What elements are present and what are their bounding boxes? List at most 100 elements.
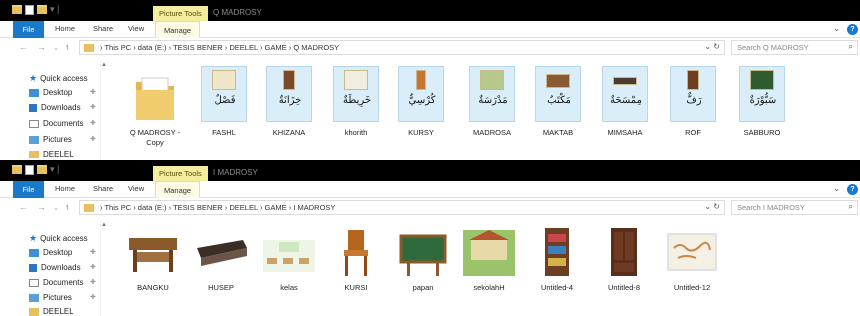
- expand-ribbon-icon[interactable]: ⌄: [833, 24, 840, 33]
- tab-home[interactable]: Home: [55, 184, 75, 193]
- up-icon[interactable]: ↑: [65, 202, 70, 212]
- file-item[interactable]: مَدْرَسَةٌ MADROSA: [459, 58, 525, 158]
- new-folder-icon[interactable]: [37, 5, 47, 14]
- image-thumbnail: [664, 226, 720, 278]
- context-tab-picture-tools[interactable]: Picture Tools: [153, 166, 208, 181]
- pin-icon[interactable]: ✚: [90, 248, 96, 256]
- context-tab-picture-tools[interactable]: Picture Tools: [153, 6, 208, 21]
- pin-icon[interactable]: ✚: [90, 263, 96, 271]
- refresh-icon[interactable]: ⌄ ↻: [704, 202, 720, 211]
- sidebar-item-downloads[interactable]: Downloads: [29, 103, 81, 112]
- tab-file[interactable]: File: [13, 21, 44, 38]
- sidebar-item-downloads[interactable]: Downloads: [29, 263, 81, 272]
- sidebar-label: Pictures: [43, 135, 72, 144]
- sidebar-item-documents[interactable]: Documents: [29, 278, 83, 287]
- crumb[interactable]: Q MADROSY: [293, 43, 339, 52]
- tab-view[interactable]: View: [128, 184, 144, 193]
- path-box[interactable]: › This PC › data (E:) › TESIS BENER › DE…: [79, 40, 725, 55]
- crumb[interactable]: DEELEL: [229, 203, 258, 212]
- pin-icon[interactable]: ✚: [90, 119, 96, 127]
- scroll-up-icon[interactable]: ▲: [101, 62, 107, 68]
- pin-icon[interactable]: ✚: [90, 135, 96, 143]
- file-item[interactable]: رَفٌّ ROF: [660, 58, 726, 158]
- search-box[interactable]: Search I MADROSY ⌕: [731, 200, 858, 215]
- file-item[interactable]: papan: [390, 218, 456, 316]
- search-icon[interactable]: ⌕: [849, 42, 853, 52]
- sidebar-scrollbar[interactable]: ▲: [100, 222, 108, 316]
- file-item[interactable]: مَكْتَبٌ MAKTAB: [525, 58, 591, 158]
- pin-icon[interactable]: ✚: [90, 103, 96, 111]
- expand-ribbon-icon[interactable]: ⌄: [833, 184, 840, 193]
- toolbar-dropdown-icon[interactable]: ▾ |: [50, 164, 59, 175]
- crumb[interactable]: data (E:): [138, 43, 167, 52]
- wardrobe-picture: [283, 70, 295, 90]
- tab-share[interactable]: Share: [93, 184, 113, 193]
- file-item[interactable]: Untitled-4: [524, 218, 590, 316]
- forward-icon[interactable]: →: [37, 202, 46, 212]
- forward-icon[interactable]: →: [37, 42, 46, 52]
- file-item[interactable]: BANGKU: [120, 218, 186, 316]
- up-icon[interactable]: ↑: [65, 42, 70, 52]
- crumb[interactable]: This PC: [104, 43, 131, 52]
- crumb[interactable]: GAME: [265, 43, 287, 52]
- crumb[interactable]: This PC: [104, 203, 131, 212]
- crumb[interactable]: TESIS BENER: [173, 203, 223, 212]
- tab-view[interactable]: View: [128, 24, 144, 33]
- back-icon[interactable]: ←: [19, 42, 28, 52]
- sidebar-item-pictures[interactable]: Pictures: [29, 135, 72, 144]
- search-box[interactable]: Search Q MADROSY ⌕: [731, 40, 858, 55]
- tab-manage[interactable]: Manage: [155, 181, 201, 198]
- recent-locations-icon[interactable]: ⌄: [53, 44, 59, 52]
- pin-icon[interactable]: ✚: [90, 278, 96, 286]
- tab-share[interactable]: Share: [93, 24, 113, 33]
- file-item[interactable]: فَصْلٌ FASHL: [191, 58, 257, 158]
- sidebar-item-deelel[interactable]: DEELEL: [29, 307, 74, 316]
- file-item[interactable]: sekolahH: [456, 218, 522, 316]
- tab-home[interactable]: Home: [55, 24, 75, 33]
- back-icon[interactable]: ←: [19, 202, 28, 212]
- file-item[interactable]: خَرِيطَةٌ khorith: [323, 58, 389, 158]
- arabic-word: خَرِيطَةٌ: [342, 95, 372, 106]
- sidebar-item-quick-access[interactable]: ★ Quick access: [29, 233, 88, 244]
- help-icon[interactable]: ?: [847, 24, 858, 35]
- tab-file[interactable]: File: [13, 181, 44, 198]
- file-item[interactable]: خِزَانَةٌ KHIZANA: [256, 58, 322, 158]
- crumb[interactable]: data (E:): [138, 203, 167, 212]
- crumb[interactable]: TESIS BENER: [173, 43, 223, 52]
- toolbar-dropdown-icon[interactable]: ▾ |: [50, 4, 59, 15]
- sidebar-item-deelel[interactable]: DEELEL: [29, 150, 74, 158]
- help-icon[interactable]: ?: [847, 184, 858, 195]
- file-item[interactable]: مِمْسَحَةٌ MIMSAHA: [592, 58, 658, 158]
- pin-icon[interactable]: ✚: [90, 293, 96, 301]
- properties-icon[interactable]: [25, 164, 34, 175]
- sidebar-scrollbar[interactable]: ▲: [100, 62, 108, 158]
- crumb[interactable]: GAME: [265, 203, 287, 212]
- file-item[interactable]: Untitled-12: [659, 218, 725, 316]
- sidebar-item-documents[interactable]: Documents: [29, 119, 83, 128]
- file-item[interactable]: kelas: [256, 218, 322, 316]
- properties-icon[interactable]: [25, 4, 34, 15]
- sidebar-item-pictures[interactable]: Pictures: [29, 293, 72, 302]
- file-item[interactable]: KURSI: [323, 218, 389, 316]
- sidebar-item-desktop[interactable]: Desktop: [29, 88, 72, 97]
- file-item-folder[interactable]: Q MADROSY - Copy: [122, 58, 188, 158]
- arabic-word: كُرْسِيٌّ: [408, 95, 436, 106]
- tab-manage[interactable]: Manage: [155, 21, 201, 38]
- sidebar-item-desktop[interactable]: Desktop: [29, 248, 72, 257]
- sidebar-item-quick-access[interactable]: ★ Quick access: [29, 73, 88, 84]
- search-icon[interactable]: ⌕: [849, 202, 853, 212]
- recent-locations-icon[interactable]: ⌄: [53, 204, 59, 212]
- crumb[interactable]: DEELEL: [229, 43, 258, 52]
- scroll-up-icon[interactable]: ▲: [101, 222, 107, 228]
- file-item[interactable]: HUSEP: [188, 218, 254, 316]
- path-box[interactable]: › This PC › data (E:) › TESIS BENER › DE…: [79, 200, 725, 215]
- file-item[interactable]: كُرْسِيٌّ KURSY: [388, 58, 454, 158]
- file-item[interactable]: سَبُّوْرَةٌ SABBURO: [729, 58, 795, 158]
- crumb[interactable]: I MADROSY: [293, 203, 335, 212]
- file-item[interactable]: Untitled-8: [591, 218, 657, 316]
- new-folder-icon[interactable]: [37, 165, 47, 174]
- arabic-word: خِزَانَةٌ: [278, 95, 302, 106]
- desk-picture: [546, 74, 570, 88]
- refresh-icon[interactable]: ⌄ ↻: [704, 42, 720, 51]
- pin-icon[interactable]: ✚: [90, 88, 96, 96]
